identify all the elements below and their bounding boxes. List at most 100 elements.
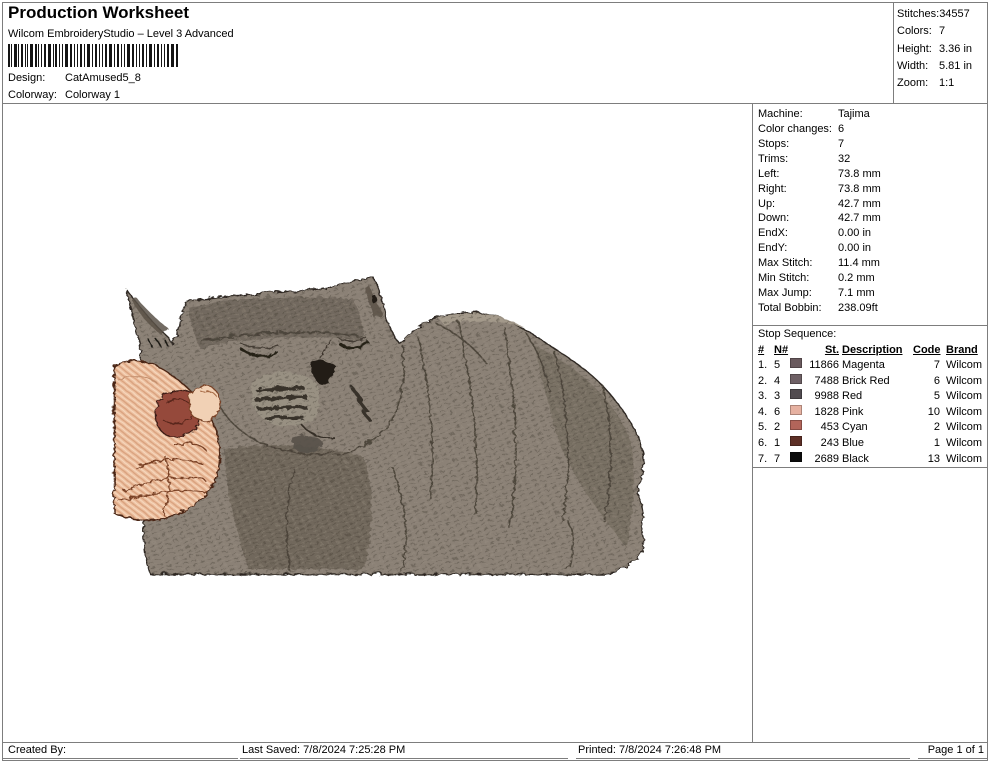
thread-color-swatch bbox=[790, 452, 802, 462]
width-value: 5.81 in bbox=[939, 58, 972, 75]
footer-printed: Printed: 7/8/2024 7:26:48 PM bbox=[576, 743, 910, 759]
thread-description: Red bbox=[839, 389, 913, 405]
thread-brand: Wilcom bbox=[940, 436, 986, 452]
row-num: 1. bbox=[758, 358, 774, 374]
embroidery-design-cat bbox=[105, 252, 665, 582]
up-label: Up: bbox=[758, 197, 838, 212]
colorway-value: Colorway 1 bbox=[65, 89, 120, 101]
thread-row: 1.511866Magenta7Wilcom bbox=[753, 358, 986, 374]
thread-code: 7 bbox=[913, 358, 940, 374]
trims-label: Trims: bbox=[758, 152, 838, 167]
color-changes-value: 6 bbox=[838, 122, 844, 137]
thread-color-swatch bbox=[790, 420, 802, 430]
width-label: Width: bbox=[897, 58, 939, 75]
thread-description: Magenta bbox=[839, 358, 913, 374]
zoom-label: Zoom: bbox=[897, 75, 939, 92]
thread-code: 10 bbox=[913, 405, 940, 421]
total-bobbin-value: 238.09ft bbox=[838, 301, 878, 316]
stitch-count: 11866 bbox=[805, 358, 839, 374]
footer-created-by: Created By: bbox=[2, 743, 238, 759]
endx-label: EndX: bbox=[758, 226, 838, 241]
total-bobbin-label: Total Bobbin: bbox=[758, 301, 838, 316]
design-value: CatAmused5_8 bbox=[65, 72, 141, 84]
footer-page-number: Page 1 of 1 bbox=[918, 743, 987, 759]
thread-code: 6 bbox=[913, 374, 940, 390]
thread-color-swatch bbox=[790, 405, 802, 415]
colors-value: 7 bbox=[939, 23, 945, 40]
stitch-count: 453 bbox=[805, 420, 839, 436]
design-preview-area bbox=[3, 104, 752, 742]
thread-brand: Wilcom bbox=[940, 452, 986, 468]
colors-label: Colors: bbox=[897, 23, 939, 40]
stop-sequence-header-row: # N# St. Description Code Brand bbox=[753, 342, 986, 358]
row-num: 4. bbox=[758, 405, 774, 421]
colorway-row: Colorway: Colorway 1 bbox=[8, 89, 120, 101]
height-label: Height: bbox=[897, 41, 939, 58]
needle-num: 6 bbox=[774, 405, 790, 421]
col-code: Code bbox=[913, 342, 940, 358]
min-stitch-label: Min Stitch: bbox=[758, 271, 838, 286]
thread-brand: Wilcom bbox=[940, 389, 986, 405]
row-num: 3. bbox=[758, 389, 774, 405]
design-summary-box: Stitches:34557 Colors:7 Height:3.36 in W… bbox=[897, 6, 985, 92]
page-title: Production Worksheet bbox=[8, 3, 189, 23]
stitches-value: 34557 bbox=[939, 6, 970, 23]
zoom-value: 1:1 bbox=[939, 75, 954, 92]
production-worksheet-page: { "header": { "title": "Production Works… bbox=[0, 0, 990, 762]
left-value: 73.8 mm bbox=[838, 167, 881, 182]
endx-value: 0.00 in bbox=[838, 226, 871, 241]
left-label: Left: bbox=[758, 167, 838, 182]
thread-row: 2.47488Brick Red6Wilcom bbox=[753, 374, 986, 390]
height-value: 3.36 in bbox=[939, 41, 972, 58]
thread-row: 6.1243Blue1Wilcom bbox=[753, 436, 986, 452]
thread-code: 2 bbox=[913, 420, 940, 436]
stop-sequence-divider bbox=[753, 325, 987, 326]
stops-value: 7 bbox=[838, 137, 844, 152]
row-num: 5. bbox=[758, 420, 774, 436]
stitch-count: 1828 bbox=[805, 405, 839, 421]
stop-sequence-title: Stop Sequence: bbox=[758, 327, 836, 342]
trims-value: 32 bbox=[838, 152, 850, 167]
footer-last-saved: Last Saved: 7/8/2024 7:25:28 PM bbox=[240, 743, 568, 759]
stitch-count: 9988 bbox=[805, 389, 839, 405]
row-num: 7. bbox=[758, 452, 774, 468]
thread-brand: Wilcom bbox=[940, 374, 986, 390]
thread-code: 13 bbox=[913, 452, 940, 468]
thread-description: Pink bbox=[839, 405, 913, 421]
down-value: 42.7 mm bbox=[838, 211, 881, 226]
endy-label: EndY: bbox=[758, 241, 838, 256]
col-num: # bbox=[758, 342, 774, 358]
col-brand: Brand bbox=[940, 342, 986, 358]
col-stitches: St. bbox=[790, 342, 839, 358]
thread-description: Blue bbox=[839, 436, 913, 452]
needle-num: 3 bbox=[774, 389, 790, 405]
stop-sequence-bottom-rule bbox=[753, 467, 987, 468]
app-subtitle: Wilcom EmbroideryStudio – Level 3 Advanc… bbox=[8, 28, 234, 40]
endy-value: 0.00 in bbox=[838, 241, 871, 256]
max-stitch-value: 11.4 mm bbox=[838, 256, 880, 271]
machine-info-rows: Machine:Tajima Color changes:6 Stops:7 T… bbox=[753, 107, 987, 316]
up-value: 42.7 mm bbox=[838, 197, 881, 212]
stitch-count: 7488 bbox=[805, 374, 839, 390]
stops-label: Stops: bbox=[758, 137, 838, 152]
col-description: Description bbox=[839, 342, 913, 358]
row-num: 6. bbox=[758, 436, 774, 452]
summary-box-divider bbox=[893, 3, 894, 103]
machine-info-panel: Machine:Tajima Color changes:6 Stops:7 T… bbox=[753, 104, 987, 742]
needle-num: 2 bbox=[774, 420, 790, 436]
thread-row: 7.72689Black13Wilcom bbox=[753, 452, 986, 468]
machine-value: Tajima bbox=[838, 107, 870, 122]
max-jump-label: Max Jump: bbox=[758, 286, 838, 301]
machine-label: Machine: bbox=[758, 107, 838, 122]
right-value: 73.8 mm bbox=[838, 182, 881, 197]
row-num: 2. bbox=[758, 374, 774, 390]
max-jump-value: 7.1 mm bbox=[838, 286, 875, 301]
colorway-label: Colorway: bbox=[8, 89, 65, 101]
thread-brand: Wilcom bbox=[940, 405, 986, 421]
thread-row: 5.2453Cyan2Wilcom bbox=[753, 420, 986, 436]
thread-description: Black bbox=[839, 452, 913, 468]
col-needle: N# bbox=[774, 342, 790, 358]
min-stitch-value: 0.2 mm bbox=[838, 271, 875, 286]
thread-color-swatch bbox=[790, 358, 802, 368]
down-label: Down: bbox=[758, 211, 838, 226]
